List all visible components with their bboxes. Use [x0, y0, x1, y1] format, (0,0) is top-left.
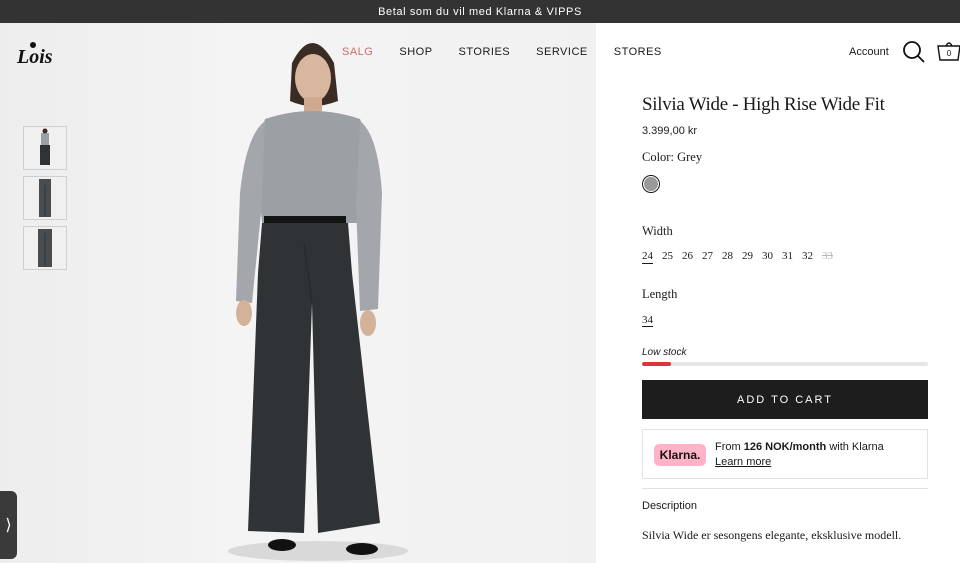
width-option-32[interactable]: 32	[802, 250, 813, 264]
klarna-amount: 126 NOK/month	[743, 441, 827, 453]
width-option-33[interactable]: 33	[822, 250, 833, 264]
lois-logo[interactable]: Lois	[16, 40, 54, 68]
color-swatch-grey[interactable]	[642, 175, 660, 193]
divider	[642, 488, 928, 489]
product-title: Silvia Wide - High Rise Wide Fit	[642, 94, 885, 115]
width-option-31[interactable]: 31	[782, 250, 793, 264]
main-nav: SALG SHOP STORIES SERVICE STORES	[342, 46, 662, 58]
chevron-right-icon: ⟩	[5, 517, 12, 534]
nav-item-salg[interactable]: SALG	[342, 46, 373, 58]
description-heading[interactable]: Description	[642, 500, 697, 512]
thumbnail-image	[24, 177, 66, 219]
description-text: Silvia Wide er sesongens elegante, ekskl…	[642, 528, 902, 542]
width-option-29[interactable]: 29	[742, 250, 753, 264]
klarna-learn-more-link[interactable]: Learn more	[715, 455, 884, 470]
klarna-logo: Klarna.	[654, 444, 706, 466]
width-label: Width	[642, 224, 673, 238]
width-option-28[interactable]: 28	[722, 250, 733, 264]
model-illustration	[228, 43, 408, 561]
account-link[interactable]: Account	[849, 46, 889, 58]
width-option-26[interactable]: 26	[682, 250, 693, 264]
length-option-34[interactable]: 34	[642, 314, 653, 327]
klarna-text: From 126 NOK/month with Klarna Learn mor…	[715, 440, 884, 470]
side-drawer-tab[interactable]: ⟩	[0, 491, 17, 559]
color-label-text: Color:	[642, 150, 674, 164]
nav-item-stories[interactable]: STORIES	[459, 46, 511, 58]
stock-bar-fill	[642, 362, 671, 366]
search-icon[interactable]	[902, 40, 926, 64]
width-option-30[interactable]: 30	[762, 250, 773, 264]
product-hero-image[interactable]	[0, 23, 596, 563]
cart-button[interactable]: 0	[936, 38, 960, 64]
thumbnail-1[interactable]	[23, 126, 67, 170]
klarna-banner: Klarna. From 126 NOK/month with Klarna L…	[642, 429, 928, 479]
thumbnail-image	[24, 227, 66, 269]
width-option-27[interactable]: 27	[702, 250, 713, 264]
announcement-text: Betal som du vil med Klarna & VIPPS	[378, 5, 582, 18]
color-label: Color: Grey	[642, 150, 702, 165]
swatch-dot	[644, 177, 658, 191]
stock-label: Low stock	[642, 347, 687, 358]
stock-bar	[642, 362, 928, 366]
basket-icon: 0	[937, 42, 960, 61]
width-options: 24 25 26 27 28 29 30 31 32 33	[642, 250, 842, 264]
width-option-25[interactable]: 25	[662, 250, 673, 264]
thumbnail-2[interactable]	[23, 176, 67, 220]
klarna-with: with Klarna	[829, 441, 884, 453]
width-option-24[interactable]: 24	[642, 250, 653, 264]
product-price: 3.399,00 kr	[642, 125, 698, 137]
announcement-bar: Betal som du vil med Klarna & VIPPS	[0, 0, 960, 23]
thumbnail-3[interactable]	[23, 226, 67, 270]
klarna-from: From	[715, 441, 741, 453]
svg-text:Lois: Lois	[16, 46, 53, 68]
nav-item-service[interactable]: SERVICE	[536, 46, 588, 58]
thumbnail-image	[24, 127, 66, 169]
color-value: Grey	[677, 150, 703, 164]
length-label: Length	[642, 287, 678, 301]
add-to-cart-button[interactable]: ADD TO CART	[642, 380, 928, 419]
nav-item-stores[interactable]: STORES	[614, 46, 662, 58]
cart-count: 0	[947, 49, 952, 58]
nav-item-shop[interactable]: SHOP	[399, 46, 432, 58]
